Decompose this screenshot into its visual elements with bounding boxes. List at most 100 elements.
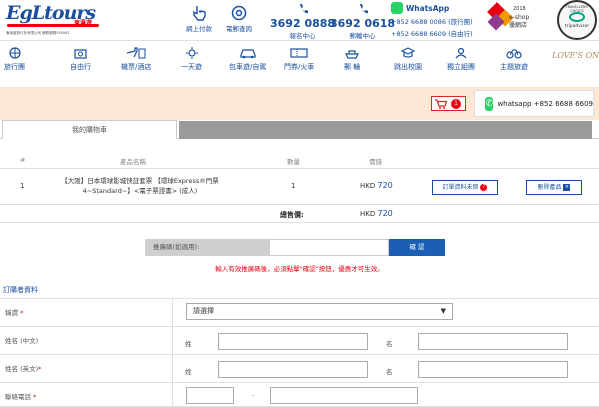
nav-item-car[interactable]: 包車遊/自駕 (229, 47, 266, 72)
whatsapp-icon (391, 2, 403, 14)
given-name-en-input[interactable] (418, 361, 568, 378)
total-label: 總售價: (280, 211, 304, 219)
loves-on-label: LOVE'S ON (552, 51, 599, 60)
whatsapp-header[interactable]: WhatsApp +852 6688 0086 (旅行團) +852 6688 … (391, 2, 481, 38)
nav-item-private-group[interactable]: 獨立組團 (447, 47, 475, 72)
title-select-value: 請選擇 (193, 307, 214, 315)
col-qty: 數量 (287, 158, 300, 166)
nav-item-tickets[interactable]: 門券/火車 (284, 47, 314, 72)
cart-icon (435, 98, 447, 109)
promo-code-input[interactable] (269, 239, 389, 256)
phone-icon (359, 4, 368, 14)
tab-other[interactable] (179, 121, 592, 139)
product-price: HKD 720 (360, 181, 393, 190)
close-icon: × (563, 184, 571, 191)
phone-dash: - (252, 391, 255, 399)
graduation-cap-icon (401, 47, 415, 58)
egl-logo[interactable]: EgLtours 東瀛遊 東瀛遊旅行社有限公司 牌照號碼350562 (6, 2, 99, 35)
total-amount: 720 (377, 209, 393, 218)
question-icon: ? (480, 184, 488, 191)
cart-button[interactable]: 1 (431, 96, 466, 111)
nav-label: 門券/火車 (284, 63, 315, 71)
tab-my-cart[interactable]: 我的購物車 (2, 120, 177, 139)
row-number: 1 (20, 182, 25, 190)
cart-bar: 1 ✆ whatsapp +852 6688 6609 (0, 87, 599, 120)
nav-label: 一天遊 (181, 63, 202, 71)
logo-subtitle: 東瀛遊旅行社有限公司 牌照號碼350562 (6, 31, 70, 35)
trip-top-text: TRAVELLERS' CHOICE (565, 5, 589, 13)
order-details-button[interactable]: 訂單資料未齊 ? (432, 180, 498, 195)
whatsapp-title: WhatsApp (406, 3, 450, 13)
sun-icon (185, 47, 198, 59)
nav-label: 郵 輪 (344, 63, 361, 71)
surname-label: 姓 (185, 368, 192, 376)
plane-hotel-icon (127, 47, 146, 59)
table-row: 1 【大阪】日本環球影城快証套票 【環球Express®門票 4~Standar… (0, 169, 599, 205)
cart-count-badge: 1 (451, 98, 461, 109)
form-row-name-en: 姓名 (英文)* 姓 名 (0, 355, 599, 383)
nav-item-theme[interactable]: 主題旅遊 (500, 47, 528, 72)
title-label: 稱謂 * (0, 299, 173, 326)
delete-product-button[interactable]: 刪除產品 × (526, 180, 582, 195)
col-num: # (20, 156, 26, 164)
nav-item-cruise[interactable]: 郵 輪 (344, 47, 360, 72)
phone-number-cruise: 3692 0618 (330, 17, 396, 30)
total-currency: HKD (360, 210, 376, 218)
phone-booking[interactable]: 3692 0888 報名中心 (270, 3, 335, 40)
bicycle-icon (506, 49, 522, 59)
phone-icon (299, 4, 308, 14)
phone-cruise-label: 郵輪中心 (349, 32, 376, 40)
given-name-cn-input[interactable] (418, 333, 568, 350)
surname-en-input[interactable] (218, 361, 368, 378)
whatsapp-fit-number: +852 6688 6609 (自由行) (391, 30, 473, 38)
cart-tabs: 我的購物車 (0, 120, 599, 139)
email-label: 電郵查詢 (226, 25, 252, 33)
form-row-name-cn: 姓名 (中文) 姓 名 (0, 327, 599, 355)
whatsapp-contact-box[interactable]: ✆ whatsapp +852 6688 6609 (474, 90, 594, 117)
nav-item-day-tour[interactable]: 一天遊 (181, 47, 202, 72)
phone-area-input[interactable] (186, 387, 234, 404)
phone-cruise[interactable]: 3692 0618 郵輪中心 (330, 3, 395, 40)
tripadvisor-badge: TRAVELLERS' CHOICE tripadvisor (557, 0, 597, 40)
nav-label: 包車遊/自駕 (229, 63, 267, 71)
col-name: 產品名稱 (120, 158, 146, 166)
nav-item-loves-on[interactable]: LOVE'S ON (552, 51, 599, 60)
form-row-title: 稱謂 * 請選擇 ▼ (0, 299, 599, 327)
nav-label: 自由行 (70, 63, 91, 71)
title-select[interactable]: 請選擇 ▼ (186, 303, 453, 320)
nav-label: 獨立組團 (447, 63, 475, 71)
confirm-button[interactable]: 確 認 (389, 239, 445, 256)
name-cn-label: 姓名 (中文) (0, 327, 173, 354)
form-row-phone: 聯絡電話 * - (0, 383, 599, 407)
phone-booking-label: 報名中心 (289, 32, 316, 40)
price-amount: 720 (377, 181, 393, 190)
email-at-icon (231, 5, 247, 21)
name-en-label: 姓名 (英文)* (0, 355, 173, 382)
whatsapp-icon: ✆ (485, 96, 494, 111)
promo-code-label: 推廣碼(如適用): (145, 239, 269, 256)
payment-label: 網上付款 (186, 25, 212, 33)
logo-cn-text: 東瀛遊 (74, 20, 93, 27)
main-nav: 旅行團 自由行 機票/酒店 一天遊 包車遊/自駕 門券/火車 郵 輪 跳出校園 … (0, 40, 599, 76)
phone-label: 聯絡電話 * (0, 383, 173, 406)
whatsapp-tour-number: +852 6688 0086 (旅行團) (391, 18, 473, 26)
online-payment-link[interactable]: 網上付款 (186, 5, 212, 33)
given-name-label: 名 (386, 368, 393, 376)
nav-item-school[interactable]: 跳出校園 (394, 47, 422, 72)
nav-label: 主題旅遊 (500, 63, 528, 71)
award-label: e-shop 優網店 (509, 14, 530, 29)
promo-code-bar: 推廣碼(如適用): 確 認 (145, 239, 445, 256)
phone-number-booking: 3692 0888 (270, 17, 336, 30)
phone-number-input[interactable] (270, 387, 418, 404)
nav-item-fit[interactable]: 自由行 (70, 47, 91, 72)
order-details-label: 訂單資料未齊 (442, 184, 479, 191)
surname-cn-input[interactable] (218, 333, 368, 350)
camera-icon (74, 49, 87, 59)
email-inquiry-link[interactable]: 電郵查詢 (226, 5, 252, 33)
trip-label: tripadvisor (564, 24, 590, 29)
site-header: EgLtours 東瀛遊 東瀛遊旅行社有限公司 牌照號碼350562 網上付款 … (0, 0, 599, 40)
nav-label: 旅行團 (4, 63, 25, 71)
nav-item-flight-hotel[interactable]: 機票/酒店 (121, 47, 151, 72)
nav-item-tours[interactable]: 旅行團 (4, 47, 25, 72)
eshop-award-badge: 2018 e-shop 優網店 (487, 2, 529, 38)
